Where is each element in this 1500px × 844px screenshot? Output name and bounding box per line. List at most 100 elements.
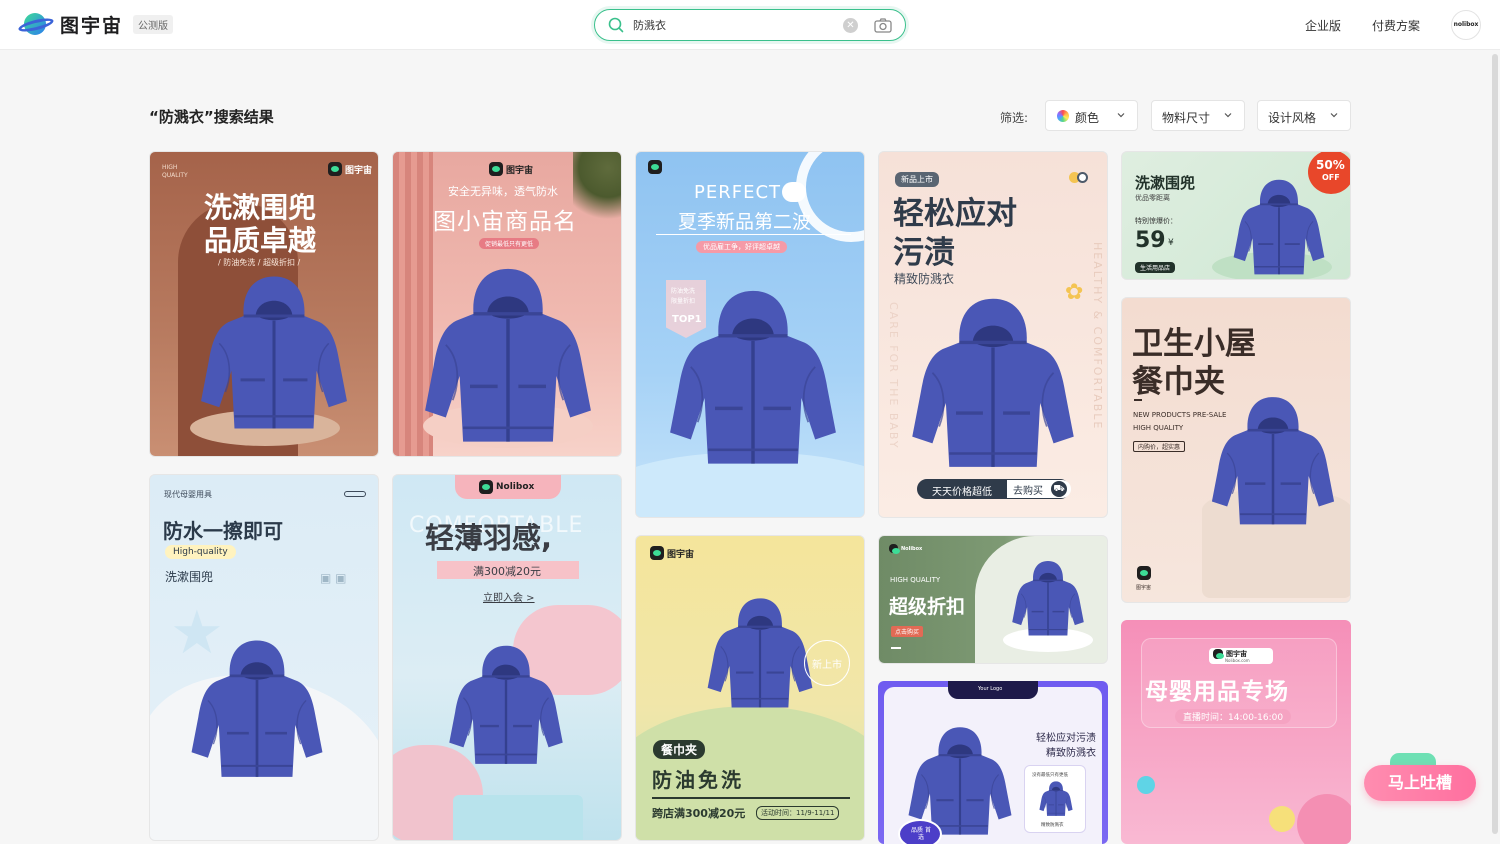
promo-text: 满300减20元 bbox=[473, 565, 541, 578]
template-card[interactable]: 图宇宙 新上市 餐巾夹 防油免洗 跨店满300减20元 活动时间：11/9-11… bbox=[635, 535, 865, 841]
price-value: 59 bbox=[1135, 228, 1166, 253]
template-card[interactable]: Your Logo 轻松应对污渍 精致防溅衣 没有最低只有更低 精致防溅衣 品质… bbox=[878, 681, 1108, 844]
jacket-image bbox=[1198, 392, 1348, 532]
beta-badge: 公测版 bbox=[133, 14, 174, 34]
buy-pill[interactable]: 点击购买 bbox=[891, 626, 924, 637]
quality-badge: 品质 首选 bbox=[898, 819, 942, 844]
promo-pill: 优品雇工争，好评超卓越 bbox=[696, 241, 787, 253]
brand-logo: Nolibox bbox=[479, 480, 534, 494]
card-headline: 图小宙商品名 bbox=[433, 209, 577, 235]
brand-logo bbox=[648, 160, 662, 174]
brand-icon bbox=[650, 546, 664, 560]
brand-name: 图宇宙 bbox=[667, 549, 695, 560]
card-headline: 超级折扣 bbox=[889, 596, 966, 618]
chevron-down-icon bbox=[1224, 113, 1232, 118]
camera-search-icon[interactable] bbox=[874, 17, 892, 34]
feedback-bump-decoration bbox=[1390, 753, 1436, 771]
en-subtitle: HIGH QUALITY bbox=[890, 576, 941, 584]
planet-logo-icon bbox=[17, 10, 55, 38]
buy-cta[interactable]: 天天价格超低 去购买 ⛟ bbox=[917, 479, 1071, 499]
search-icon[interactable] bbox=[608, 17, 624, 33]
card-headline: 轻薄羽感, bbox=[425, 521, 553, 555]
brand-icon bbox=[479, 480, 493, 494]
filter-size-dropdown[interactable]: 物料尺寸 bbox=[1151, 100, 1245, 131]
card-headline-2: 精致防溅衣 bbox=[1046, 748, 1096, 759]
template-card[interactable]: HIGH QUALITY 图宇宙 洗漱围兜 品质卓越 / 防油免洗 / 超级折扣… bbox=[149, 151, 379, 457]
chevron-down-icon bbox=[1330, 113, 1338, 118]
template-card[interactable]: ★ 现代母婴用具 防水一擦即可 High-quality 洗漱围兜 ▣ ▣ bbox=[149, 474, 379, 841]
user-avatar[interactable]: nolibox bbox=[1451, 10, 1481, 40]
logo-placeholder: Your Logo bbox=[978, 686, 1003, 692]
brand-logo: 图宇宙 bbox=[328, 162, 372, 176]
new-tag: 新品上市 bbox=[895, 172, 939, 187]
app-logo-text: 图宇宙 bbox=[60, 14, 124, 37]
divider-line bbox=[656, 234, 851, 235]
shop-tag: 生活用品店 bbox=[1135, 262, 1176, 273]
template-card[interactable]: 新品上市 轻松应对 污渍 精致防溅衣 HEALTHY & COMFORTABLE… bbox=[878, 151, 1108, 518]
brand-name: 图宇宙 bbox=[345, 165, 373, 176]
jacket-image bbox=[700, 594, 820, 714]
category-tag: 现代母婴用具 bbox=[164, 490, 212, 499]
en-subtitle-2: HIGH QUALITY bbox=[1133, 424, 1184, 432]
brand-name: 图宇宙 bbox=[506, 165, 534, 176]
card-subtitle: 优品零距离 bbox=[1135, 194, 1170, 202]
feedback-button[interactable]: 马上吐槽 bbox=[1364, 753, 1476, 801]
jacket-image bbox=[1005, 558, 1091, 640]
brand-tab: Nolibox bbox=[455, 475, 561, 499]
enterprise-link[interactable]: 企业版 bbox=[1305, 17, 1341, 34]
template-card[interactable]: 洗漱围兜 优品零距离 特别惊爆价： 59 ¥ 生活用品店 50% OFF bbox=[1121, 151, 1351, 280]
brand-icon bbox=[889, 544, 900, 554]
top-header: 图宇宙 公测版 ✕ 企业版 付费方案 nolibox bbox=[0, 0, 1500, 50]
template-card[interactable]: Nolibox COMFORTABLE 轻薄羽感, 满300减20元 立即入会 … bbox=[392, 474, 622, 841]
jacket-image bbox=[413, 262, 603, 452]
clear-search-icon[interactable]: ✕ bbox=[843, 18, 858, 33]
filter-color-dropdown[interactable]: 颜色 bbox=[1045, 100, 1138, 131]
search-input[interactable] bbox=[633, 16, 833, 34]
card-subtitle: 洗漱围兜 bbox=[165, 570, 214, 584]
card-subtitle: / 防油免洗 / 超级折扣 / bbox=[218, 258, 301, 267]
ball-decoration-3 bbox=[1297, 794, 1351, 844]
card-headline: 轻松应对污渍 bbox=[1036, 733, 1096, 744]
live-time-pill: 直播时间：14:00-16:00 bbox=[1175, 709, 1292, 724]
quality-pill: High-quality bbox=[165, 545, 236, 559]
card-headline: 洗漱围兜 bbox=[1135, 174, 1196, 192]
brand-logo: Nolibox bbox=[889, 544, 922, 554]
jacket-image bbox=[443, 641, 569, 771]
brand-logo: 图宇宙 bbox=[650, 546, 694, 560]
jacket-image bbox=[182, 635, 332, 785]
cta-buy-label: 去购买 bbox=[1013, 486, 1043, 497]
brand-logo: 图宇宙 bbox=[489, 162, 533, 176]
price-unit: ¥ bbox=[1168, 238, 1174, 248]
jacket-image bbox=[658, 284, 848, 474]
period-text: 活动时间：11/9-11/11 bbox=[756, 806, 840, 820]
pricing-link[interactable]: 付费方案 bbox=[1372, 17, 1420, 34]
mini-card-text: 没有最低只有更低 bbox=[1032, 773, 1068, 778]
dice-decoration: ▣ ▣ bbox=[320, 571, 347, 585]
brand-icon bbox=[1137, 566, 1151, 580]
mini-card-text: 精致防溅衣 bbox=[1041, 823, 1064, 828]
app-logo[interactable]: 图宇宙 公测版 bbox=[17, 10, 174, 38]
chevron-down-icon bbox=[1117, 113, 1125, 118]
card-subtitle: 安全无异味，透气防水 bbox=[448, 185, 558, 198]
brand-icon bbox=[1213, 649, 1224, 659]
template-card[interactable]: PERFECT 夏季新品第二波 优品雇工争，好评超卓越 防油免洗 限量折扣 TO… bbox=[635, 151, 865, 518]
ball-decoration bbox=[1137, 776, 1155, 794]
scrollbar-thumb[interactable] bbox=[1492, 54, 1498, 834]
new-stamp: 新上市 bbox=[804, 640, 850, 686]
brand-name: Nolibox bbox=[496, 482, 535, 492]
filter-style-dropdown[interactable]: 设计风格 bbox=[1257, 100, 1351, 131]
page-scrollbar[interactable] bbox=[1492, 50, 1498, 844]
jacket-image bbox=[893, 292, 1093, 477]
badge-text: 品质 首选 bbox=[911, 827, 931, 841]
template-card[interactable]: 图宇宙 Nolibox.com 母婴用品专场 直播时间：14:00-16:00 bbox=[1121, 620, 1351, 844]
phone-notch: Your Logo bbox=[948, 681, 1038, 699]
card-headline: 夏季新品第二波 bbox=[678, 211, 812, 233]
template-card[interactable]: 图宇宙 安全无异味，透气防水 图小宙商品名 促销最低只有更低 bbox=[392, 151, 622, 457]
brand-logo bbox=[1137, 566, 1151, 580]
card-headline: 母婴用品专场 bbox=[1145, 679, 1289, 705]
template-card[interactable]: 卫生小屋 餐巾夹 NEW PRODUCTS PRE-SALE HIGH QUAL… bbox=[1121, 297, 1351, 603]
filter-size-label: 物料尺寸 bbox=[1162, 111, 1211, 125]
product-tag: 餐巾夹 bbox=[653, 740, 706, 759]
template-card[interactable]: Nolibox HIGH QUALITY 超级折扣 点击购买 bbox=[878, 535, 1108, 664]
join-link[interactable]: 立即入会 > bbox=[483, 589, 535, 604]
